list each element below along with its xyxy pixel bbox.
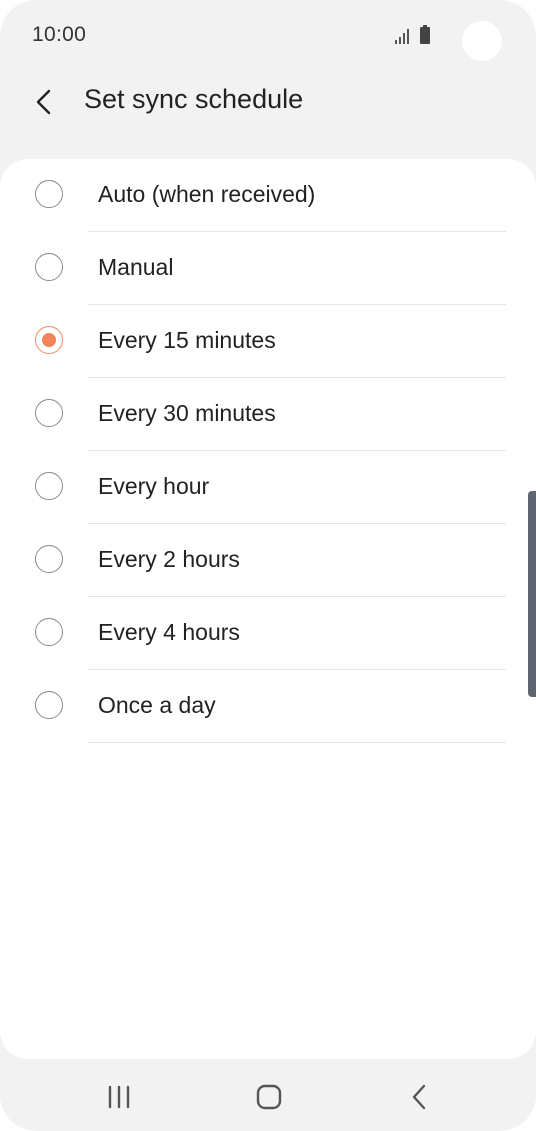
option-every-hour[interactable]: Every hour [0, 451, 536, 524]
battery-icon [420, 25, 430, 44]
option-every-2-hours[interactable]: Every 2 hours [0, 524, 536, 597]
navigation-bar [0, 1059, 536, 1131]
radio-button[interactable] [35, 472, 63, 500]
recents-icon [108, 1085, 130, 1109]
radio-button[interactable] [35, 691, 63, 719]
options-card: Auto (when received) Manual Every 15 min… [0, 159, 536, 1059]
option-label: Manual [98, 254, 174, 280]
header: Set sync schedule [0, 72, 536, 160]
page-title: Set sync schedule [84, 84, 304, 114]
option-label: Auto (when received) [98, 181, 316, 207]
option-once-a-day[interactable]: Once a day [0, 670, 536, 743]
option-manual[interactable]: Manual [0, 232, 536, 305]
divider [88, 742, 506, 743]
radio-button-selected[interactable] [35, 326, 63, 354]
recents-button[interactable] [95, 1073, 143, 1121]
option-label: Every 30 minutes [98, 400, 276, 426]
radio-button[interactable] [35, 399, 63, 427]
phone-screen: 10:00 Set sync schedule Auto (when recei… [0, 0, 536, 1131]
home-icon [256, 1084, 282, 1110]
option-auto[interactable]: Auto (when received) [0, 159, 536, 232]
option-label: Every hour [98, 473, 210, 499]
signal-icon [395, 29, 409, 44]
radio-button[interactable] [35, 618, 63, 646]
radio-button[interactable] [35, 545, 63, 573]
back-button[interactable] [22, 80, 66, 124]
option-label: Every 2 hours [98, 546, 240, 572]
option-label: Every 15 minutes [98, 327, 276, 353]
radio-button[interactable] [35, 253, 63, 281]
option-every-4-hours[interactable]: Every 4 hours [0, 597, 536, 670]
option-every-30-minutes[interactable]: Every 30 minutes [0, 378, 536, 451]
status-bar: 10:00 [0, 0, 536, 72]
nav-back-button[interactable] [396, 1073, 444, 1121]
status-time: 10:00 [32, 23, 87, 46]
option-label: Once a day [98, 692, 216, 718]
chevron-left-icon [36, 89, 51, 115]
camera-cutout [462, 21, 502, 61]
home-button[interactable] [245, 1073, 293, 1121]
status-icons [395, 25, 430, 44]
radio-button[interactable] [35, 180, 63, 208]
option-label: Every 4 hours [98, 619, 240, 645]
scroll-handle[interactable] [528, 491, 536, 697]
back-icon [412, 1084, 426, 1110]
option-every-15-minutes[interactable]: Every 15 minutes [0, 305, 536, 378]
